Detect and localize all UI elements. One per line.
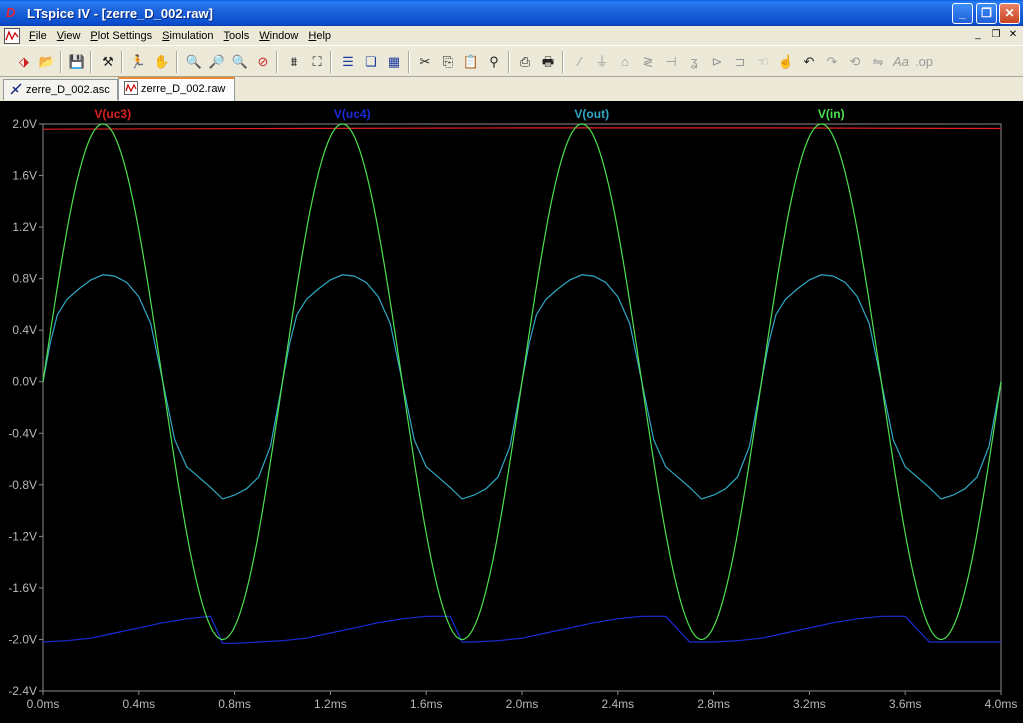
y-tick-label: 0.8V: [12, 272, 37, 286]
resistor-icon[interactable]: ≷: [638, 52, 658, 72]
minimize-icon[interactable]: _: [952, 3, 973, 24]
x-tick-label: 3.6ms: [889, 697, 922, 711]
waveform-icon: [124, 81, 138, 95]
paste-icon[interactable]: 📋: [461, 52, 481, 72]
mdi-close-icon[interactable]: ✕: [1005, 28, 1021, 42]
legend-vout[interactable]: V(out): [574, 107, 609, 121]
y-tick-label: 1.2V: [12, 220, 37, 234]
zoom-out-icon[interactable]: 🔍: [230, 52, 250, 72]
x-tick-label: 2.0ms: [506, 697, 539, 711]
menu-view[interactable]: View: [52, 30, 86, 42]
menu-plot-settings[interactable]: Plot Settings: [85, 30, 157, 42]
tile-icon[interactable]: ▦: [384, 52, 404, 72]
legend-vuc3[interactable]: V(uc3): [94, 107, 131, 121]
print-icon[interactable]: 🖶: [538, 52, 558, 72]
undo-icon[interactable]: ↶: [799, 52, 819, 72]
ltspice-logo-icon: D: [6, 5, 16, 20]
y-tick-label: -0.8V: [8, 478, 37, 492]
x-tick-label: 2.8ms: [697, 697, 730, 711]
close-icon[interactable]: ✕: [999, 3, 1020, 24]
tab-label: zerre_D_002.raw: [141, 83, 226, 95]
menu-simulation[interactable]: Simulation: [157, 30, 218, 42]
legend-vin[interactable]: V(in): [818, 107, 845, 121]
x-tick-label: 1.2ms: [314, 697, 347, 711]
waveform-plot-pane[interactable]: 2.0V 1.6V 1.2V 0.8V 0.4V 0.0V -0.4V -0.8V -1.2V -…: [0, 101, 1023, 723]
y-tick-label: 0.0V: [12, 375, 37, 389]
tab-label: zerre_D_002.asc: [26, 84, 110, 96]
x-tick-label: 4.0ms: [985, 697, 1018, 711]
zoom-area-icon[interactable]: 🔎: [207, 52, 227, 72]
x-tick-label: 0.8ms: [218, 697, 251, 711]
waveform-chart[interactable]: 2.0V 1.6V 1.2V 0.8V 0.4V 0.0V -0.4V -0.8V -1.2V -…: [0, 101, 1023, 723]
menu-tools[interactable]: Tools: [219, 30, 255, 42]
save-icon[interactable]: 💾: [67, 52, 87, 72]
y-tick-label: -1.6V: [8, 581, 37, 595]
y-tick-label: -1.2V: [8, 529, 37, 543]
zoom-extents-icon[interactable]: ⛶: [307, 52, 327, 72]
menu-bar: File View Plot Settings Simulation Tools…: [0, 26, 1023, 45]
redo-icon[interactable]: ↷: [822, 52, 842, 72]
y-tick-label: -2.4V: [8, 684, 37, 698]
wire-icon[interactable]: ∕: [570, 52, 590, 72]
trace-vuc3: [42, 127, 1002, 130]
drag-icon[interactable]: ☝: [776, 52, 796, 72]
halt-icon[interactable]: ✋: [152, 52, 172, 72]
spice-directive-icon[interactable]: .op: [914, 52, 934, 72]
mdi-restore-icon[interactable]: ❐: [988, 28, 1004, 42]
x-tick-label: 0.4ms: [122, 697, 155, 711]
cascade-icon[interactable]: ❏: [361, 52, 381, 72]
x-tick-label: 2.4ms: [601, 697, 634, 711]
new-schematic-icon[interactable]: ⬗: [14, 52, 34, 72]
window-title: LTspice IV - [zerre_D_002.raw]: [27, 5, 213, 21]
y-tick-label: -2.0V: [8, 632, 37, 646]
inductor-icon[interactable]: ʓ: [684, 52, 704, 72]
app-window: D LTspice IV - [zerre_D_002.raw] _ ❐ ✕ F…: [0, 0, 1023, 723]
trace-vin: [42, 123, 1002, 641]
restore-icon[interactable]: ❐: [976, 3, 997, 24]
plot-frame: [42, 123, 1002, 692]
move-icon[interactable]: ☜: [753, 52, 773, 72]
document-tabs: zerre_D_002.asc zerre_D_002.raw: [0, 77, 1023, 101]
x-tick-label: 1.6ms: [410, 697, 443, 711]
control-panel-icon[interactable]: ⚒: [98, 52, 118, 72]
y-tick-label: -0.4V: [8, 426, 37, 440]
trace-vout: [42, 274, 1002, 500]
component-icon[interactable]: ⊐: [730, 52, 750, 72]
tile-horizontal-icon[interactable]: ☰: [338, 52, 358, 72]
toolbar: ⬗ 📂 💾 ⚒ 🏃 ✋ 🔍 🔎 🔍 ⊘ ⩩ ⛶ ☰ ❏ ▦ ✂ ⎘ 📋 ⚲ ⎙ …: [0, 45, 1023, 77]
legend-vuc4[interactable]: V(uc4): [334, 107, 371, 121]
schematic-icon: [10, 83, 22, 95]
rotate-icon[interactable]: ⟲: [845, 52, 865, 72]
menu-file[interactable]: File: [24, 30, 52, 42]
zoom-cancel-icon[interactable]: ⊘: [253, 52, 273, 72]
y-tick-label: 2.0V: [12, 117, 37, 131]
tab-schematic[interactable]: zerre_D_002.asc: [3, 79, 118, 100]
y-tick-label: 0.4V: [12, 323, 37, 337]
tab-waveform[interactable]: zerre_D_002.raw: [118, 77, 235, 101]
find-icon[interactable]: ⚲: [484, 52, 504, 72]
x-tick-label: 3.2ms: [793, 697, 826, 711]
print-preview-icon[interactable]: ⎙: [515, 52, 535, 72]
open-icon[interactable]: 📂: [37, 52, 57, 72]
waveform-doc-icon[interactable]: [4, 27, 20, 44]
cut-icon[interactable]: ✂: [415, 52, 435, 72]
label-icon[interactable]: ⌂: [615, 52, 635, 72]
title-bar[interactable]: D LTspice IV - [zerre_D_002.raw] _ ❐ ✕: [0, 0, 1023, 26]
trace-vuc4: [42, 615, 1001, 644]
mdi-minimize-icon[interactable]: _: [970, 28, 986, 42]
diode-icon[interactable]: ⊳: [707, 52, 727, 72]
run-icon[interactable]: 🏃: [128, 52, 148, 72]
autorange-icon[interactable]: ⩩: [284, 52, 304, 72]
copy-icon[interactable]: ⎘: [438, 52, 458, 72]
zoom-in-icon[interactable]: 🔍: [184, 52, 204, 72]
menu-help[interactable]: Help: [303, 30, 336, 42]
capacitor-icon[interactable]: ⊣: [661, 52, 681, 72]
menu-window[interactable]: Window: [254, 30, 303, 42]
text-icon[interactable]: Aa: [891, 52, 911, 72]
x-tick-label: 0.0ms: [27, 697, 60, 711]
ground-icon[interactable]: ⏚: [592, 52, 612, 72]
mirror-icon[interactable]: ⇋: [868, 52, 888, 72]
y-tick-label: 1.6V: [12, 169, 37, 183]
